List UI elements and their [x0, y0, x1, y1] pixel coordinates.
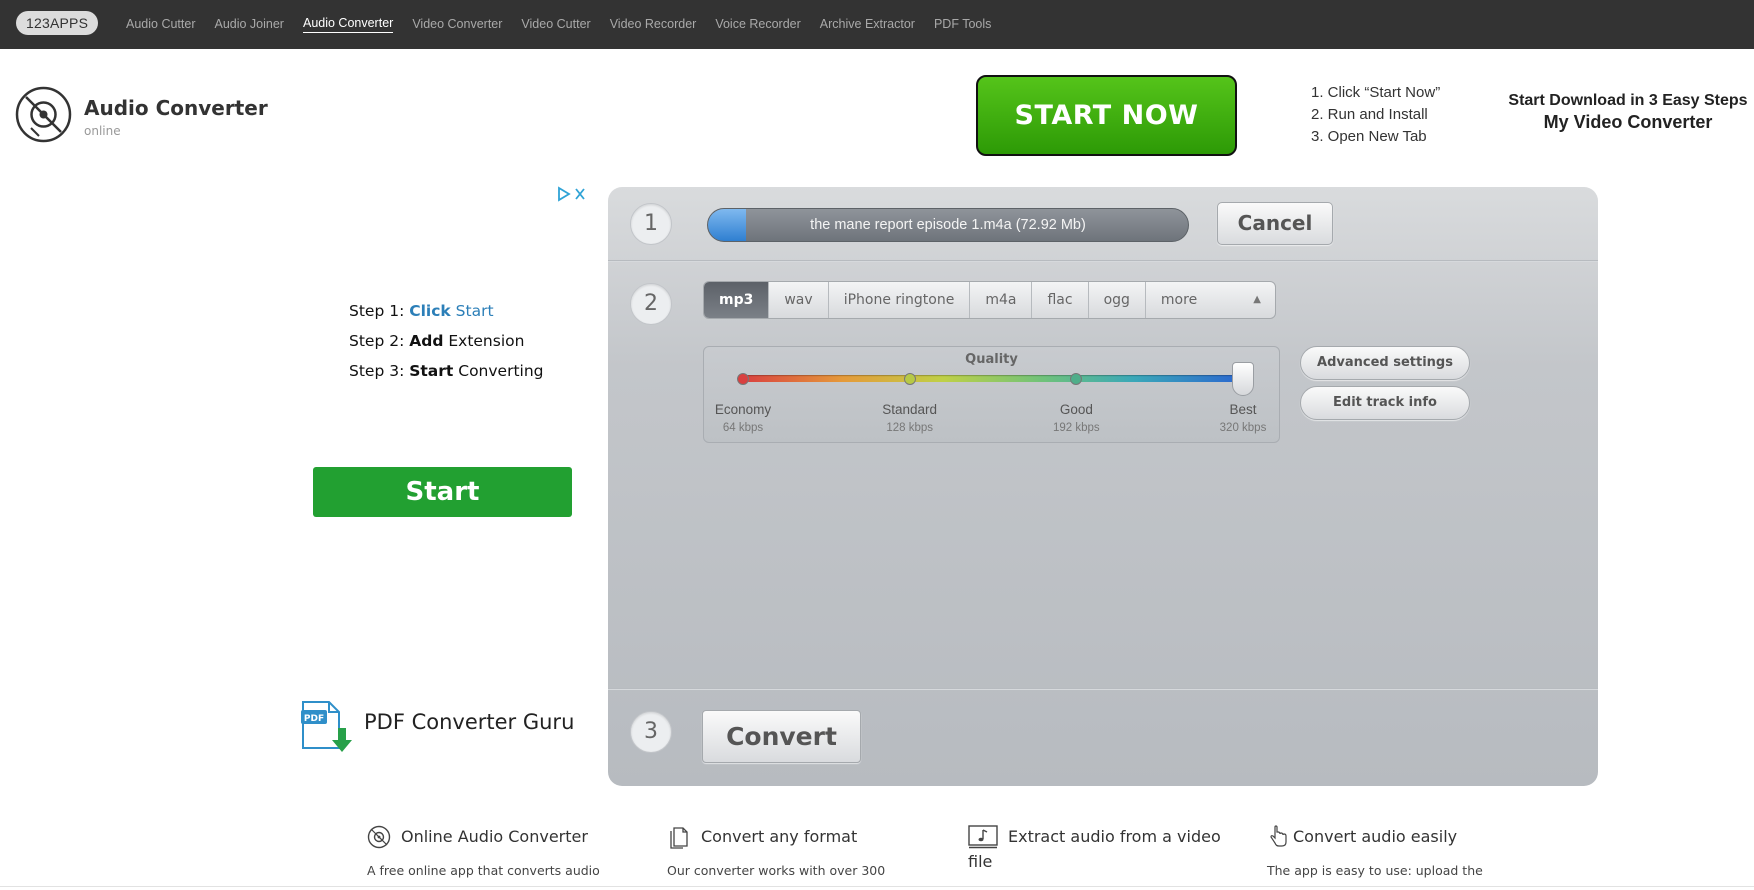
feature-title: Online Audio Converter: [401, 827, 588, 846]
advanced-settings-button[interactable]: Advanced settings: [1300, 346, 1470, 380]
step-number-1: 1: [630, 203, 672, 245]
quality-slider-track[interactable]: [743, 375, 1243, 382]
format-tab-flac[interactable]: flac: [1032, 282, 1089, 318]
logo-123apps[interactable]: 123APPS: [16, 11, 99, 35]
documents-icon: [670, 827, 688, 849]
nav-link-voice-recorder[interactable]: Voice Recorder: [715, 17, 800, 33]
quality-bitrate-economy: 64 kbps: [722, 422, 764, 434]
ad-right-line-1: Start Download in 3 Easy Steps: [1508, 92, 1748, 109]
ad-left-step-1: Step 1: Click Start: [349, 296, 544, 326]
feature-title: Extract audio from a video: [1008, 827, 1221, 846]
step-number-2: 2: [630, 283, 672, 325]
feature-title: Convert any format: [701, 827, 858, 846]
quality-bitrate-good: 192 kbps: [1052, 422, 1100, 434]
step-bold: Add: [409, 332, 444, 350]
nav-link-pdf-tools[interactable]: PDF Tools: [934, 17, 991, 33]
ad-start-now-button[interactable]: START NOW: [976, 75, 1237, 156]
pointer-hand-icon: [1270, 825, 1287, 847]
quality-mark-economy[interactable]: [737, 373, 749, 385]
page-subtitle: online: [84, 124, 121, 138]
nav-link-archive-extractor[interactable]: Archive Extractor: [820, 17, 915, 33]
disc-icon: [367, 825, 391, 849]
feature-desc: The app is easy to use: upload the: [1267, 863, 1483, 878]
step-rest: Extension: [443, 332, 525, 350]
ad-step-3: 3. Open New Tab: [1311, 128, 1427, 145]
feature-title-line-2: file: [968, 852, 993, 871]
convert-button[interactable]: Convert: [702, 710, 861, 763]
step-bold: Start: [409, 362, 454, 380]
feature-desc: A free online app that converts audio: [367, 863, 600, 878]
feature-desc: Our converter works with over 300: [667, 863, 886, 878]
quality-slider-thumb[interactable]: [1232, 362, 1254, 396]
format-tab-ogg[interactable]: ogg: [1089, 282, 1146, 318]
quality-title: Quality: [965, 352, 1018, 367]
ad-left-step-3: Step 3: Start Converting: [349, 356, 544, 386]
page-title: Audio Converter: [84, 96, 268, 120]
step-bold: Click: [409, 302, 451, 320]
quality-mark-standard[interactable]: [903, 373, 916, 385]
step-number-3: 3: [630, 711, 672, 753]
adchoices-icon[interactable]: [557, 186, 587, 202]
quality-label-economy[interactable]: Economy: [693, 402, 793, 417]
format-more-label: more: [1160, 292, 1198, 308]
quality-slider-box: Quality Economy 64 kbps Standard 128 kbps Go…: [703, 346, 1280, 443]
ad-right-text[interactable]: Start Download in 3 Easy Steps My Video …: [1508, 92, 1748, 133]
ad-brand-text[interactable]: PDF Converter Guru: [364, 710, 574, 734]
step-prefix: Step 3:: [349, 362, 410, 380]
file-upload-progress: the mane report episode 1.m4a (72.92 Mb): [707, 208, 1189, 242]
quality-label-best[interactable]: Best: [1193, 402, 1293, 417]
step-divider: [608, 688, 1598, 690]
format-more-dropdown[interactable]: more ▲▼: [1146, 282, 1275, 318]
vinyl-disc-icon[interactable]: [15, 86, 72, 143]
cancel-button[interactable]: Cancel: [1217, 202, 1333, 245]
step-action: Click Start: [409, 302, 493, 320]
ad-step-2: 2. Run and Install: [1311, 106, 1428, 123]
format-tab-iphone-ringtone[interactable]: iPhone ringtone: [829, 282, 971, 318]
updown-arrows-icon: ▲▼: [1253, 294, 1261, 305]
quality-bitrate-standard: 128 kbps: [886, 422, 933, 434]
step-prefix: Step 1:: [349, 302, 410, 320]
format-tabs: mp3 wav iPhone ringtone m4a flac ogg mor…: [703, 281, 1276, 319]
nav-link-video-recorder[interactable]: Video Recorder: [610, 17, 697, 33]
format-tab-m4a[interactable]: m4a: [970, 282, 1033, 318]
format-tab-mp3[interactable]: mp3: [704, 282, 770, 318]
music-note-icon: [968, 825, 998, 849]
svg-text:PDF: PDF: [304, 714, 324, 724]
nav-links: Audio Cutter Audio Joiner Audio Converte…: [126, 0, 991, 49]
edit-track-info-button[interactable]: Edit track info: [1300, 386, 1470, 420]
pdf-download-icon[interactable]: PDF: [299, 698, 357, 756]
converter-panel: 1 the mane report episode 1.m4a (72.92 M…: [608, 187, 1598, 786]
ad-right-line-2: My Video Converter: [1543, 112, 1713, 132]
quality-label-standard[interactable]: Standard: [860, 402, 960, 417]
feature-title: Convert audio easily: [1293, 827, 1458, 846]
top-navbar: 123APPS Audio Cutter Audio Joiner Audio …: [0, 0, 1754, 49]
quality-label-good[interactable]: Good: [1026, 402, 1126, 417]
ad-left-steps: Step 1: Click Start Step 2: Add Extensio…: [349, 296, 544, 386]
nav-link-video-converter[interactable]: Video Converter: [412, 17, 502, 33]
step-rest: Converting: [453, 362, 544, 380]
step-divider: [608, 260, 1598, 262]
ad-steps-list: 1. Click “Start Now” 2. Run and Install …: [1311, 82, 1440, 148]
nav-link-audio-joiner[interactable]: Audio Joiner: [214, 17, 284, 33]
step-rest: Start: [450, 302, 494, 320]
nav-link-video-cutter[interactable]: Video Cutter: [521, 17, 590, 33]
quality-bitrate-best: 320 kbps: [1219, 422, 1267, 434]
nav-link-audio-cutter[interactable]: Audio Cutter: [126, 17, 195, 33]
ad-start-button[interactable]: Start: [313, 467, 572, 517]
step-prefix: Step 2:: [349, 332, 410, 350]
page-divider: [0, 886, 1754, 887]
file-name-label: the mane report episode 1.m4a (72.92 Mb): [810, 217, 1086, 233]
nav-link-audio-converter[interactable]: Audio Converter: [302, 16, 394, 33]
format-tab-wav[interactable]: wav: [769, 282, 829, 318]
ad-step-1: 1. Click “Start Now”: [1311, 84, 1441, 101]
ad-left-step-2: Step 2: Add Extension: [349, 326, 544, 356]
quality-mark-good[interactable]: [1070, 373, 1083, 385]
